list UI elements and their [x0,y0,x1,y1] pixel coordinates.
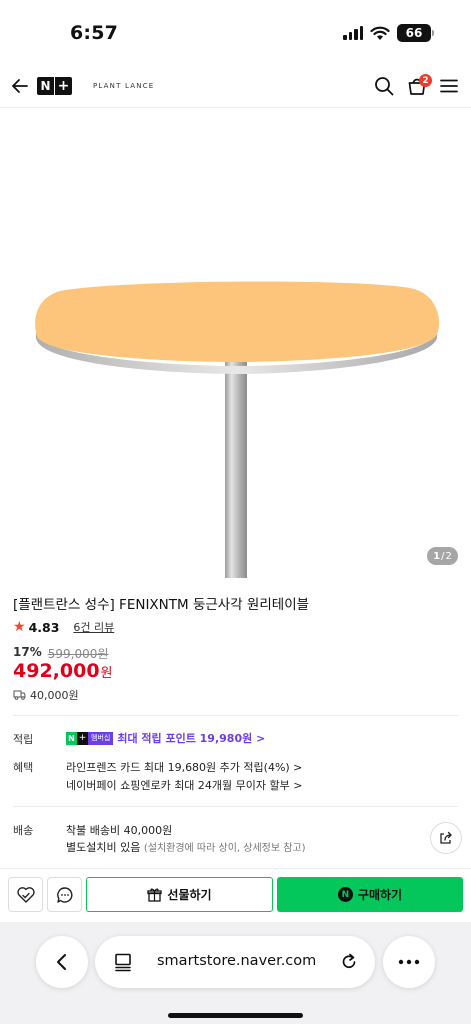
more-dots-icon [398,959,420,965]
status-icons: 66 [343,24,434,42]
points-row[interactable]: N + 멤버십 최대 적립 포인트 19,980원 > [66,730,265,746]
benefit-card-link[interactable]: 라인프렌즈 카드 최대 19,680원 추가 적립(4%) > [66,759,302,775]
image-counter-total: 2 [445,550,452,562]
divider [13,715,458,716]
sale-price: 492,000 [13,660,100,682]
benefit-installment-link[interactable]: 네이버페이 쇼핑엔로카 최대 24개월 무이자 할부 > [66,777,302,793]
image-counter: 1 / 2 [427,547,458,565]
naver-n-icon: N [66,731,77,745]
logo-n: N [37,77,54,95]
image-counter-separator: / [441,550,445,562]
store-brand-name[interactable]: PLANT LANCE [93,82,154,90]
back-arrow-icon[interactable] [8,74,32,98]
cart-count-badge: 2 [419,74,432,87]
star-icon: ★ [13,619,26,635]
rating-row: ★ 4.83 6건 리뷰 [13,619,114,635]
gift-button[interactable]: 선물하기 [86,877,273,912]
browser-toolbar: smartstore.naver.com [0,922,471,1024]
benefit-label: 혜택 [13,761,34,774]
delivery-fee: 착불 배송비 40,000원 [66,824,173,837]
wishlist-button[interactable] [8,877,43,912]
currency-unit: 원 [100,666,113,681]
plus-icon: + [77,731,88,745]
menu-icon[interactable] [437,74,461,98]
chat-bubble-icon [56,886,72,903]
browser-back-button[interactable] [36,936,88,988]
install-fee-note: (설치환경에 따라 상이, 상세정보 참고) [143,843,306,854]
url-text[interactable]: smartstore.naver.com [157,953,316,969]
heart-check-icon [16,886,35,903]
address-bar[interactable]: smartstore.naver.com [95,936,375,988]
review-count-link[interactable]: 6건 리뷰 [73,619,114,635]
buy-button-label: 구매하기 [357,888,403,902]
home-indicator [168,1013,303,1018]
max-points-link[interactable]: 최대 적립 포인트 19,980원 > [117,730,265,746]
product-title: [플랜트란스 성수] FENIXNTM 둥근사각 원리테이블 [13,597,310,613]
shipping-fee: 40,000원 [30,689,79,702]
cellular-signal-icon [343,26,363,40]
gift-icon [147,888,163,902]
image-counter-current: 1 [433,550,441,562]
install-fee: 별도설치비 있음 [66,841,141,854]
membership-badge: N + 멤버십 [66,731,114,745]
wifi-icon [370,26,390,40]
page-format-icon[interactable] [113,952,133,972]
rating-value: 4.83 [28,619,60,635]
nav-header: N + PLANT LANCE [0,64,471,108]
membership-label: 멤버십 [88,731,114,745]
install-fee-row: 별도설치비 있음 (설치환경에 따라 상이, 상세정보 참고) [66,839,306,855]
nplus-logo[interactable]: N + [37,77,72,95]
share-icon [440,831,452,844]
status-bar: 6:57 66 [0,0,471,64]
battery-icon: 66 [397,24,434,42]
product-image[interactable] [0,108,471,578]
sale-price-row: 492,000 원 [13,660,113,682]
delivery-label: 배송 [13,824,34,837]
chevron-left-icon [57,954,66,970]
talk-button[interactable] [47,877,82,912]
gift-button-label: 선물하기 [167,888,212,902]
npay-icon: N [337,887,353,902]
buy-button[interactable]: N 구매하기 [277,877,463,912]
purchase-action-bar: 선물하기 N 구매하기 [0,868,471,922]
logo-plus: + [55,77,72,95]
search-icon[interactable] [372,74,396,98]
status-time: 6:57 [70,22,119,44]
browser-more-button[interactable] [383,936,435,988]
share-button[interactable] [430,822,462,854]
divider [13,806,458,807]
truck-icon [13,690,26,700]
shipping-summary: 40,000원 [13,687,79,703]
points-label: 적립 [13,733,34,746]
reload-icon[interactable] [339,952,359,972]
